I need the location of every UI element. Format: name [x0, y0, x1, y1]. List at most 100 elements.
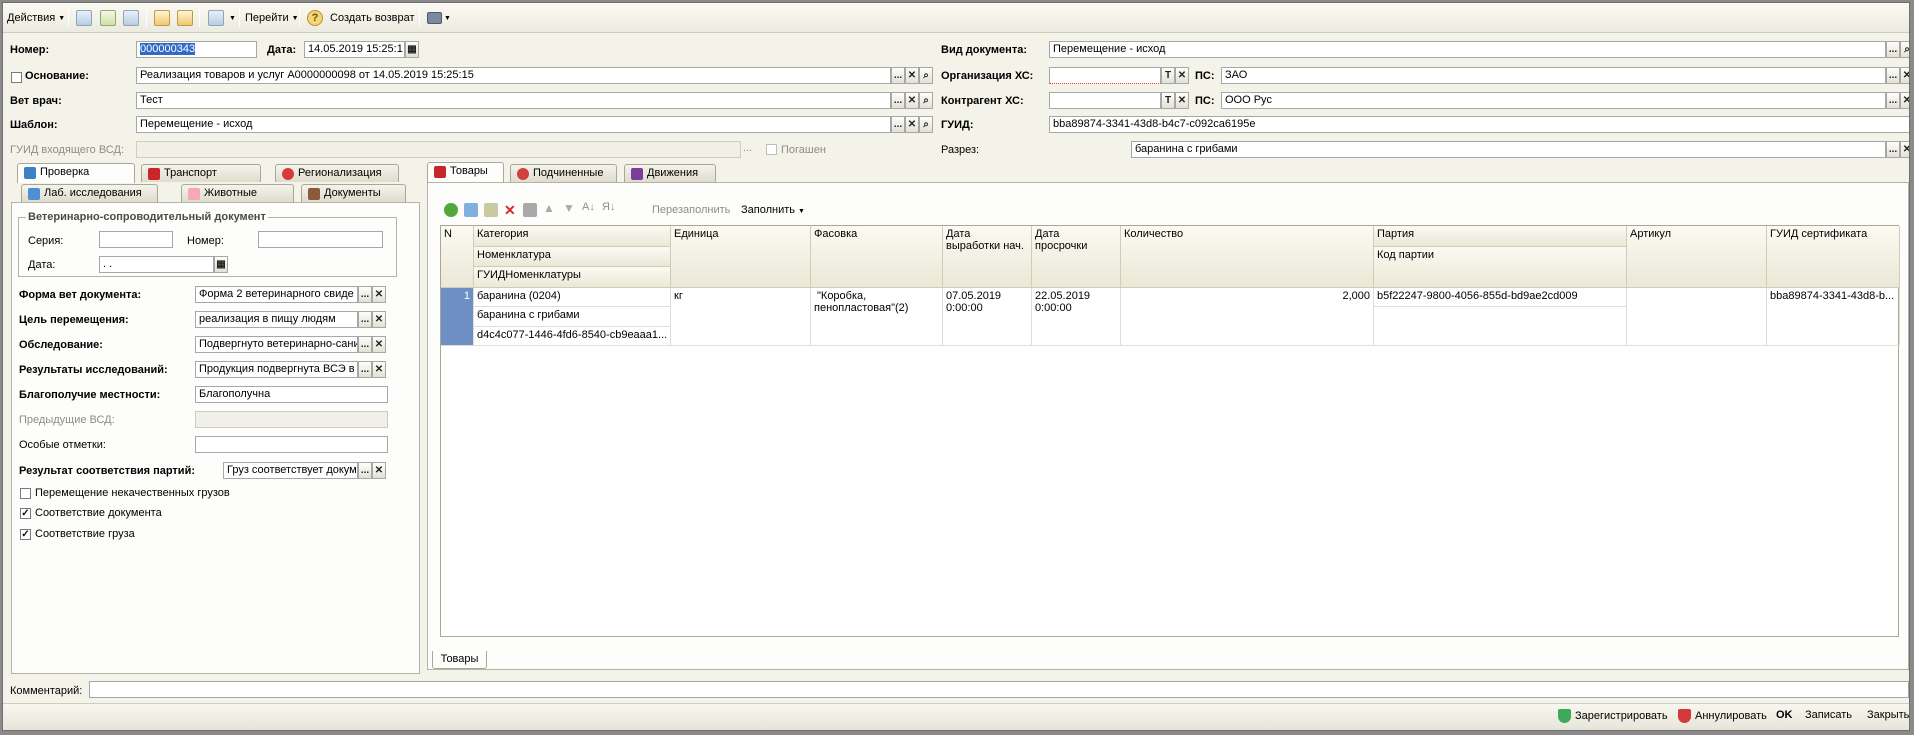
- cell-article[interactable]: [1627, 288, 1767, 346]
- cell-unit[interactable]: кг: [671, 288, 811, 346]
- conformity-field[interactable]: Груз соответствует докум: [223, 462, 358, 479]
- sort-asc-icon[interactable]: A↓: [582, 201, 595, 213]
- wellbeing-field[interactable]: Благополучна: [195, 386, 388, 403]
- inspection-field[interactable]: Подвергнуто ветеринарно-сани: [195, 336, 358, 353]
- basis-select-button[interactable]: ...: [891, 67, 905, 84]
- purpose-select-button[interactable]: ...: [358, 311, 372, 328]
- form-field[interactable]: Форма 2 ветеринарного свиде: [195, 286, 358, 303]
- cell-prod-date[interactable]: 07.05.2019 0:00:00: [943, 288, 1032, 346]
- purpose-field[interactable]: реализация в пищу людям: [195, 311, 358, 328]
- header-article[interactable]: Артикул: [1627, 226, 1767, 288]
- goto-menu[interactable]: Перейти ▼: [245, 9, 299, 27]
- tab-docs[interactable]: Документы: [301, 184, 406, 202]
- cell-packing[interactable]: "Коробка, пенопластовая"(2): [811, 288, 943, 346]
- header-prod-date[interactable]: Дата выработки нач.: [943, 226, 1032, 288]
- org-ps-select-button[interactable]: ...: [1886, 67, 1900, 84]
- header-batch[interactable]: Партия: [1374, 226, 1627, 247]
- template-clear-button[interactable]: ✕: [905, 116, 919, 133]
- form-select-button[interactable]: ...: [358, 286, 372, 303]
- based-on-icon[interactable]: [208, 10, 224, 26]
- search-icon[interactable]: ⌕: [1900, 41, 1909, 58]
- org-clear-button[interactable]: ✕: [1175, 67, 1189, 84]
- header-batch-code[interactable]: Код партии: [1374, 247, 1627, 288]
- date-field[interactable]: 14.05.2019 15:25:1: [304, 41, 405, 58]
- form-clear-button[interactable]: ✕: [372, 286, 386, 303]
- cell-nomenclature[interactable]: баранина с грибами: [474, 307, 671, 327]
- based-on-dropdown[interactable]: ▼: [226, 9, 236, 27]
- header-n[interactable]: N: [441, 226, 474, 288]
- vsd-number-field[interactable]: [258, 231, 383, 248]
- header-guid-nom[interactable]: ГУИДНоменклатуры: [474, 267, 671, 288]
- guid-field[interactable]: bba89874-3341-43d8-b4c7-c092ca6195e: [1049, 116, 1909, 133]
- cell-guid-nom[interactable]: d4c4c077-1446-4fd6-8540-cb9eaaa1...: [474, 327, 671, 346]
- vet-field[interactable]: Тест: [136, 92, 891, 109]
- calendar-icon[interactable]: ▦: [405, 41, 419, 58]
- register-button[interactable]: Зарегистрировать: [1558, 709, 1668, 723]
- conformity-clear-button[interactable]: ✕: [372, 462, 386, 479]
- header-unit[interactable]: Единица: [671, 226, 811, 288]
- number-field[interactable]: 000000343: [136, 41, 257, 58]
- tab-transport[interactable]: Транспорт: [141, 164, 261, 182]
- header-packing[interactable]: Фасовка: [811, 226, 943, 288]
- tab-goods[interactable]: Товары: [427, 162, 504, 182]
- contractor-type-button[interactable]: T: [1161, 92, 1175, 109]
- help-icon[interactable]: ?: [307, 10, 323, 26]
- cargo-conformity-checkbox[interactable]: ✓: [20, 529, 31, 540]
- move-down-icon[interactable]: ▼: [563, 201, 575, 215]
- contractor-field[interactable]: [1049, 92, 1161, 109]
- cell-quantity[interactable]: 2,000: [1121, 288, 1374, 346]
- document-copy-icon[interactable]: [177, 10, 193, 26]
- comment-field[interactable]: [89, 681, 1909, 698]
- template-select-button[interactable]: ...: [891, 116, 905, 133]
- end-edit-icon[interactable]: [523, 203, 537, 217]
- tab-check[interactable]: Проверка: [17, 163, 135, 183]
- bad-cargo-checkbox[interactable]: [20, 488, 31, 499]
- cell-batch-code[interactable]: [1374, 307, 1627, 346]
- post-document-icon[interactable]: [76, 10, 92, 26]
- copy-row-icon[interactable]: [464, 203, 478, 217]
- close-button[interactable]: Закрыть: [1867, 709, 1909, 721]
- tab-lab[interactable]: Лаб. исследования: [21, 184, 158, 202]
- print-icon[interactable]: [427, 12, 442, 24]
- structure-icon[interactable]: [123, 10, 139, 26]
- contractor-ps-select-button[interactable]: ...: [1886, 92, 1900, 109]
- header-quantity[interactable]: Количество: [1121, 226, 1374, 288]
- create-return-button[interactable]: Создать возврат: [330, 9, 415, 27]
- basis-field[interactable]: Реализация товаров и услуг А0000000098 о…: [136, 67, 891, 84]
- tab-animals[interactable]: Животные: [181, 184, 294, 202]
- cell-n[interactable]: 1: [441, 288, 474, 346]
- purpose-clear-button[interactable]: ✕: [372, 311, 386, 328]
- refill-button[interactable]: Перезаполнить: [652, 204, 730, 216]
- sort-desc-icon[interactable]: Я↓: [602, 201, 615, 213]
- header-cert-guid[interactable]: ГУИД сертификата: [1767, 226, 1900, 288]
- org-field[interactable]: [1049, 67, 1161, 84]
- refresh-icon[interactable]: [100, 10, 116, 26]
- section-field[interactable]: баранина с грибами: [1131, 141, 1886, 158]
- inspection-select-button[interactable]: ...: [358, 336, 372, 353]
- cell-cert-guid[interactable]: bba89874-3341-43d8-b...: [1767, 288, 1900, 346]
- cell-exp-date[interactable]: 22.05.2019 0:00:00: [1032, 288, 1121, 346]
- doc-conformity-checkbox[interactable]: ✓: [20, 508, 31, 519]
- basis-clear-button[interactable]: ✕: [905, 67, 919, 84]
- org-type-button[interactable]: T: [1161, 67, 1175, 84]
- header-exp-date[interactable]: Дата просрочки: [1032, 226, 1121, 288]
- research-clear-button[interactable]: ✕: [372, 361, 386, 378]
- vsd-date-field[interactable]: . .: [99, 256, 214, 273]
- cell-batch[interactable]: b5f22247-9800-4056-855d-bd9ae2cd009: [1374, 288, 1627, 307]
- marks-field[interactable]: [195, 436, 388, 453]
- research-select-button[interactable]: ...: [358, 361, 372, 378]
- search-icon[interactable]: ⌕: [919, 67, 933, 84]
- save-button[interactable]: Записать: [1805, 709, 1852, 721]
- basis-checkbox[interactable]: [11, 72, 22, 83]
- document-add-icon[interactable]: [154, 10, 170, 26]
- org-ps-clear-button[interactable]: ✕: [1900, 67, 1909, 84]
- contractor-clear-button[interactable]: ✕: [1175, 92, 1189, 109]
- doctype-select-button[interactable]: ...: [1886, 41, 1900, 58]
- vet-clear-button[interactable]: ✕: [905, 92, 919, 109]
- header-nomenclature[interactable]: Номенклатура: [474, 247, 671, 267]
- conformity-select-button[interactable]: ...: [358, 462, 372, 479]
- cell-category[interactable]: баранина (0204): [474, 288, 671, 307]
- bottom-tab-goods[interactable]: Товары: [432, 651, 487, 669]
- tab-region[interactable]: Регионализация: [275, 164, 399, 182]
- search-icon[interactable]: ⌕: [919, 116, 933, 133]
